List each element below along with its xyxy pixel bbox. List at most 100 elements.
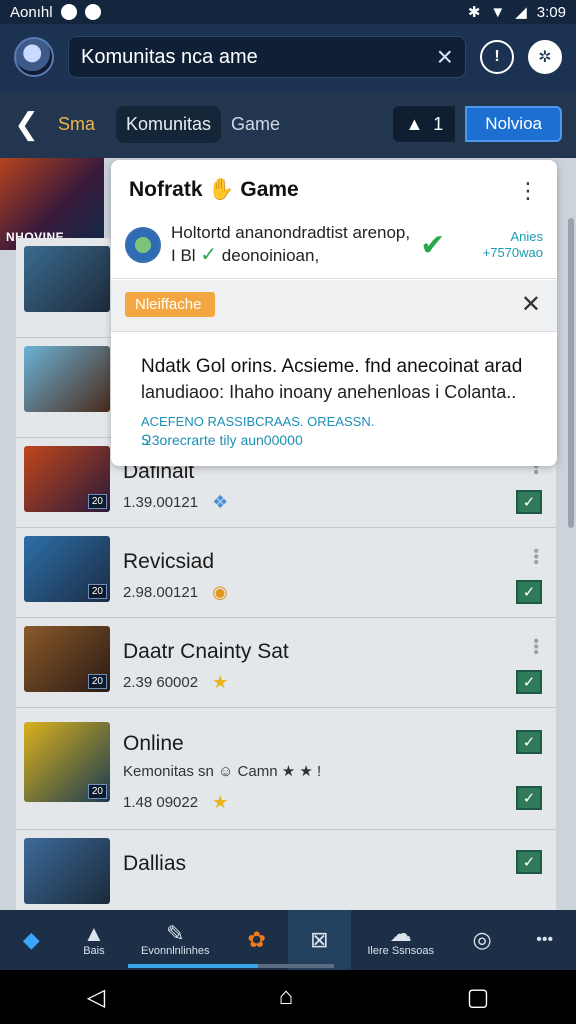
check-icon[interactable]: ✓ <box>516 786 542 810</box>
image-icon: ⊠ <box>310 927 329 952</box>
row-meta: 1.39.00121 <box>123 494 199 511</box>
more-icon[interactable]: ••• <box>527 548 544 565</box>
back-arrow-icon[interactable]: ❮ <box>14 107 48 142</box>
bottom-tab-active[interactable]: ⊠ <box>288 910 351 970</box>
check-icon[interactable]: ✓ <box>516 490 542 514</box>
card-side-2: +7570wao <box>482 245 543 261</box>
badge-icon: ❖ <box>212 492 229 512</box>
card-line-2: I Bl <box>171 246 196 266</box>
bluetooth-icon: ✱ <box>467 4 481 21</box>
back-icon[interactable]: ◁ <box>87 983 105 1012</box>
thumbnail <box>24 346 110 412</box>
bottom-tab-more-seasons[interactable]: ☁ Ilere Ssnsoas <box>351 910 451 970</box>
scrollbar[interactable] <box>568 218 574 528</box>
settings-icon[interactable]: ✲ <box>528 40 562 74</box>
card-title: Nofratk ✋ Game <box>129 178 299 202</box>
signal-icon: ◢ <box>515 4 527 21</box>
star-icon: ★ <box>212 672 229 692</box>
list-item[interactable]: 20 Revicsiad 2.98.00121 ◉ ••• ✓ <box>16 528 556 618</box>
card-link-2[interactable]: Ջ3orecrarte tily aun00000 <box>141 432 303 449</box>
nav-row: ❮ Sma Komunitas Game ▲ 1 Nolvioa <box>0 90 576 158</box>
close-icon[interactable]: ✕ <box>521 290 541 319</box>
more-icon[interactable]: ••• <box>527 638 544 655</box>
card-message: Holtortd ananondradtist arenop, I Bl ✓ d… <box>125 222 543 268</box>
notification-strip: Nleiffache ✕ <box>111 280 557 332</box>
count-button[interactable]: ▲ 1 <box>393 106 456 142</box>
card-line-2-suffix: deonoinioan, <box>221 246 320 266</box>
row-title: Revicsiad <box>123 550 215 573</box>
recents-icon[interactable]: ▢ <box>467 983 490 1012</box>
card-heading: Ndatk Gol orins. Acsieme. fnd anecoinat … <box>141 356 523 377</box>
hero-thumbnail[interactable]: NHOVINE <box>0 158 104 250</box>
primary-action-button[interactable]: Nolvioa <box>465 106 562 142</box>
card-link-1[interactable]: ACEFENO RASSIBCRAAS. OREASSN. <box>141 414 374 429</box>
more-icon[interactable]: ⋮ <box>517 178 539 204</box>
card-title-suffix: Game <box>240 178 299 201</box>
bottom-tab-events[interactable]: ✎ Evonnlnlinhes <box>125 910 225 970</box>
bottom-tab-bais[interactable]: ▲ Bais <box>63 910 126 970</box>
more-icon: ••• <box>536 931 554 948</box>
tower-icon: ▲ <box>83 921 105 946</box>
check-icon[interactable]: ✓ <box>516 580 542 604</box>
system-nav: ◁ ⌂ ▢ <box>0 970 576 1024</box>
content-area: NHOVINE 20 Dafinait 1.39.00121 ❖ ••• ✓ 2… <box>0 158 576 910</box>
wifi-icon: ▼ <box>490 3 506 21</box>
thumbnail: 20 <box>24 722 110 802</box>
cloud-icon: ☁ <box>389 921 412 946</box>
card-side-1: Anies <box>510 228 543 244</box>
hand-icon: ✋ <box>208 178 235 201</box>
thumb-badge: 20 <box>87 494 107 509</box>
thumb-badge: 20 <box>87 584 107 599</box>
list-item[interactable]: 20 Daatr Cnainty Sat 2.39 60002 ★ ••• ✓ <box>16 618 556 708</box>
list-item[interactable]: 20 Online Kemonitas sn ☺ Camn ★ ★ ! 1.48… <box>16 708 556 830</box>
carrier-label: Aonıhl <box>10 3 53 21</box>
bottom-tab-label: Evonnlnlinhes <box>141 945 210 957</box>
card-line-1: Holtortd ananondradtist arenop, <box>171 223 411 242</box>
avatar[interactable] <box>14 37 54 77</box>
flower-icon: ✿ <box>247 927 266 952</box>
info-icon[interactable]: ! <box>480 40 514 74</box>
check-icon[interactable]: ✓ <box>516 730 542 754</box>
count-value: 1 <box>433 113 444 134</box>
thumb-badge: 20 <box>87 674 107 689</box>
tab-sema[interactable]: Sma <box>58 114 106 135</box>
row-subtitle: Kemonitas sn ☺ Camn ★ ★ ! <box>123 763 322 780</box>
list-item[interactable]: Dallias ✓ <box>16 830 556 910</box>
thumbnail: 20 <box>24 536 110 602</box>
card-title-text: Nofratk <box>129 178 203 201</box>
search-input[interactable]: Komunitas nca ame × <box>68 36 466 78</box>
check-icon[interactable]: ✓ <box>516 850 542 874</box>
bottom-tab-target[interactable]: ◎ <box>451 910 514 970</box>
thumbnail <box>24 838 110 904</box>
tab-komunitas[interactable]: Komunitas <box>116 105 222 143</box>
row-title: Daatr Cnainty Sat <box>123 640 289 663</box>
clear-search-icon[interactable]: × <box>437 43 453 71</box>
target-icon: ◎ <box>472 927 492 952</box>
tab-game[interactable]: Game <box>231 114 280 135</box>
bottom-tab-more[interactable]: ••• <box>513 910 576 970</box>
notification-tag[interactable]: Nleiffache <box>125 292 216 317</box>
bottom-tab-home[interactable]: ◆ <box>0 910 63 970</box>
bottom-tab-flower[interactable]: ✿ <box>225 910 288 970</box>
row-meta: 1.48 09022 <box>123 794 199 811</box>
row-meta: 2.39 60002 <box>123 674 199 691</box>
top-bar: Komunitas nca ame × ! ✲ <box>0 24 576 90</box>
check-icon[interactable]: ✓ <box>516 670 542 694</box>
notification-icon <box>60 4 77 20</box>
check-icon: ✓ <box>200 244 218 267</box>
thumbnail <box>24 246 110 312</box>
thumbnail: 20 <box>24 446 110 512</box>
thumbnail: 20 <box>24 626 110 692</box>
search-query: Komunitas nca ame <box>81 45 258 68</box>
notification-card: Nofratk ✋ Game ⋮ Holtortd ananondradtist… <box>111 160 557 466</box>
home-icon[interactable]: ⌂ <box>279 983 294 1011</box>
bottom-nav: ◆ ▲ Bais ✎ Evonnlnlinhes ✿ ⊠ ☁ Ilere Ssn… <box>0 910 576 970</box>
status-bar: Aonıhl ✱ ▼ ◢ 3:09 <box>0 0 576 24</box>
home-icon: ◆ <box>22 927 40 952</box>
verified-icon: ✔ <box>420 228 446 262</box>
star-icon: ★ <box>212 792 229 812</box>
bottom-tab-label: Bais <box>83 945 105 957</box>
divider <box>111 278 557 279</box>
message-icon <box>84 4 101 20</box>
progress-fill <box>128 964 258 968</box>
